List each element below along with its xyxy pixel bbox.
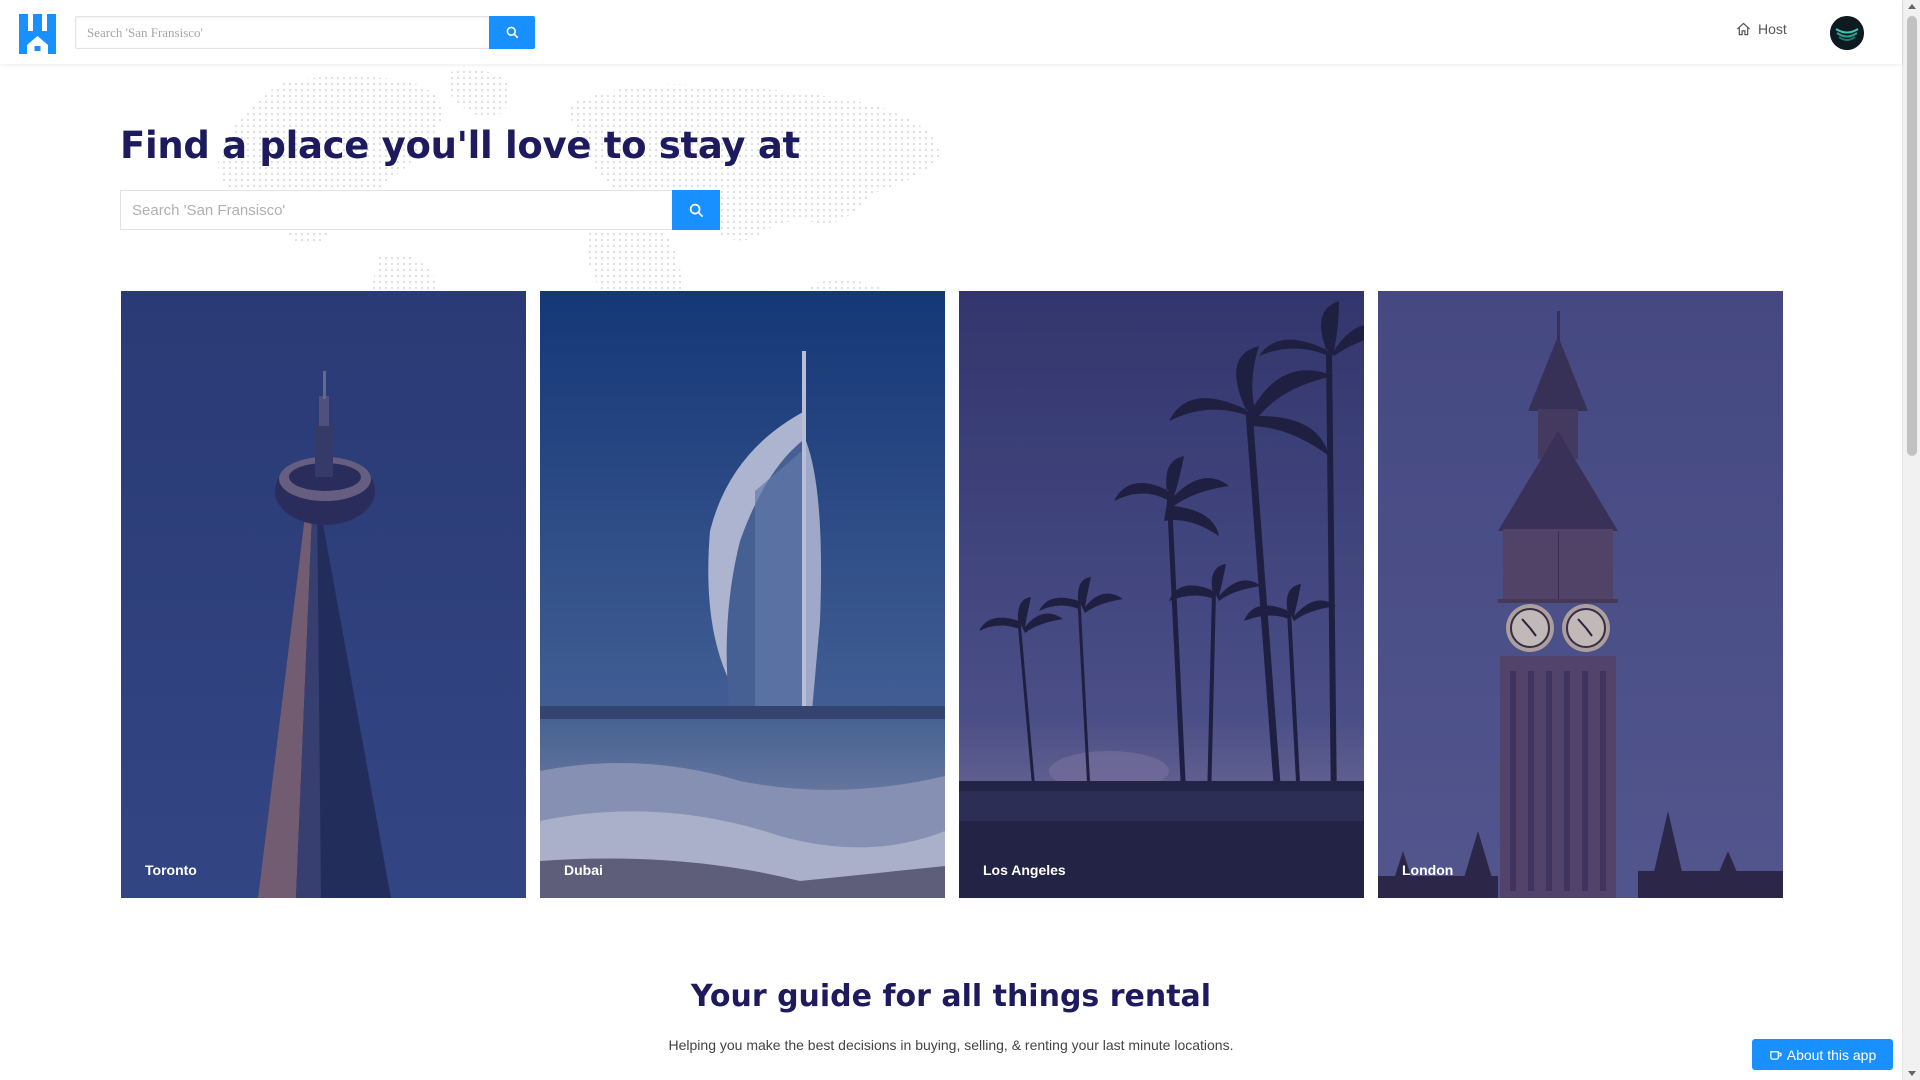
guide-subtitle: Helping you make the best decisions in b… xyxy=(668,1037,1234,1053)
city-label: Los Angeles xyxy=(983,862,1066,878)
city-card-los-angeles[interactable]: Los Angeles xyxy=(959,291,1364,898)
host-label: Host xyxy=(1758,21,1787,37)
coffee-icon xyxy=(1769,1051,1782,1060)
hero-title: Find a place you'll love to stay at xyxy=(120,124,800,167)
search-icon xyxy=(506,26,518,39)
hero-search-button[interactable] xyxy=(672,190,720,230)
home-icon xyxy=(1737,22,1750,36)
city-label: Toronto xyxy=(145,862,197,878)
scroll-thumb[interactable] xyxy=(1907,16,1917,456)
city-label: London xyxy=(1402,862,1454,878)
toronto-cn-tower-image xyxy=(121,291,526,898)
city-cards: Toronto Dubai Los Angeles London xyxy=(121,291,1783,898)
page-scrollbar[interactable] xyxy=(1902,0,1920,1080)
city-card-toronto[interactable]: Toronto xyxy=(121,291,526,898)
scroll-down-arrow[interactable] xyxy=(1908,1071,1916,1076)
header-search xyxy=(75,16,535,49)
house-h-logo-icon[interactable] xyxy=(19,14,56,54)
about-app-label: About this app xyxy=(1786,1046,1877,1063)
city-card-dubai[interactable]: Dubai xyxy=(540,291,945,898)
london-big-ben-image xyxy=(1378,291,1783,898)
city-card-london[interactable]: London xyxy=(1378,291,1783,898)
header-search-input[interactable] xyxy=(75,16,489,49)
about-app-button[interactable]: About this app xyxy=(1752,1039,1893,1070)
host-link[interactable]: Host xyxy=(1736,21,1787,37)
scroll-up-arrow[interactable] xyxy=(1908,4,1916,9)
top-navbar: Host xyxy=(0,0,1902,64)
guide-title: Your guide for all things rental xyxy=(690,979,1212,1014)
hero-search xyxy=(120,190,720,230)
header-search-button[interactable] xyxy=(489,16,535,49)
city-label: Dubai xyxy=(564,862,603,878)
hero-search-input[interactable] xyxy=(120,190,672,230)
los-angeles-palm-trees-image xyxy=(959,291,1364,898)
user-avatar[interactable] xyxy=(1830,16,1864,50)
dubai-burj-al-arab-image xyxy=(540,291,945,898)
search-icon xyxy=(689,203,703,217)
